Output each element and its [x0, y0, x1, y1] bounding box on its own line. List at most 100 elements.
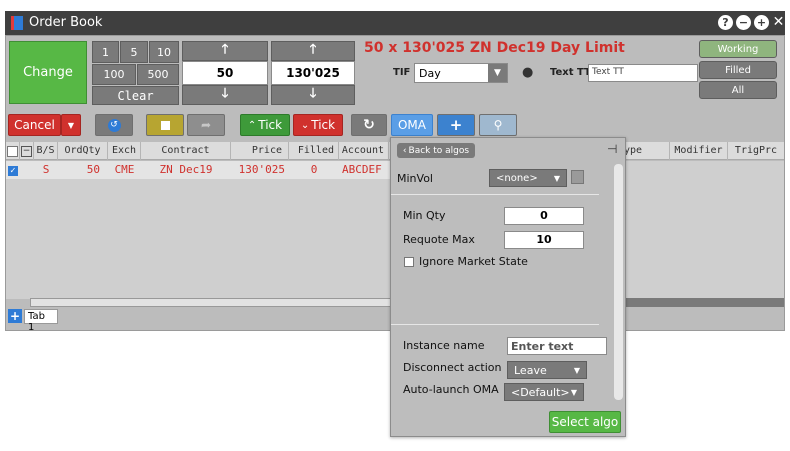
order-book-icon [11, 16, 23, 30]
column-header-type[interactable]: ype [620, 142, 670, 160]
price-down-icon[interactable]: 🡓 [271, 85, 355, 105]
scrollbar-thumb[interactable] [626, 298, 784, 307]
hold-button[interactable] [146, 114, 184, 136]
forward-icon[interactable]: ➦ [187, 114, 225, 136]
instance-name-label: Instance name [403, 339, 485, 352]
separator [391, 324, 599, 325]
column-header-trigprc[interactable]: TrigPrc [728, 142, 784, 160]
tick-down-button[interactable]: ⌄ Tick [293, 114, 343, 136]
column-header-filled[interactable]: Filled [289, 142, 339, 160]
title-bar: Order Book ? − + ✕ [5, 11, 785, 35]
row-contract: ZN Dec19 [159, 163, 213, 176]
qty-10-button[interactable]: 10 [149, 41, 179, 63]
price-up-icon[interactable]: 🡑 [271, 41, 355, 61]
add-tab-icon[interactable]: + [8, 309, 22, 323]
ignore-market-state-label: Ignore Market State [419, 255, 528, 268]
column-header-modifier[interactable]: Modifier [670, 142, 728, 160]
back-to-algos-button[interactable]: ‹ Back to algos [397, 143, 475, 158]
reload-orders-button[interactable]: ↺ [95, 114, 133, 136]
disconnect-dropdown-icon: ▼ [573, 365, 580, 375]
column-header-contract[interactable]: Contract [141, 142, 231, 160]
qty-5-button[interactable]: 5 [120, 41, 148, 63]
column-header-ordqty[interactable]: OrdQty [58, 142, 108, 160]
back-to-algos-label: Back to algos [408, 145, 470, 156]
chevron-down-icon: ⌄ [300, 119, 310, 131]
change-button[interactable]: Change [9, 41, 87, 104]
order-summary: 50 x 130'025 ZN Dec19 Day Limit [364, 40, 625, 56]
collapse-icon[interactable]: − [20, 142, 34, 160]
text-tt-label: Text TT [550, 67, 591, 78]
window-title: Order Book [29, 15, 103, 30]
qty-500-button[interactable]: 500 [137, 64, 179, 85]
vertical-scrollbar[interactable] [614, 164, 623, 400]
stop-icon [160, 120, 170, 130]
cancel-button[interactable]: Cancel [8, 114, 61, 136]
tab-1[interactable]: Tab 1 [24, 309, 58, 333]
instance-name-input[interactable]: Enter text [507, 337, 607, 355]
chevron-up-icon: ⌃ [247, 119, 257, 131]
auto-launch-oma-select[interactable]: <Default> ▼ [504, 383, 584, 401]
history-icon: ↺ [107, 118, 121, 132]
cancel-dropdown-icon[interactable]: ▼ [61, 114, 81, 136]
split-icon[interactable]: ⚲ [479, 114, 517, 136]
add-icon[interactable]: + [437, 114, 475, 136]
minvol-value: <none> [496, 172, 538, 184]
save-icon[interactable] [571, 170, 584, 184]
column-header-price[interactable]: Price [231, 142, 289, 160]
column-header-exch[interactable]: Exch [108, 142, 141, 160]
column-header-bs[interactable]: B/S [34, 142, 58, 160]
working-filter-button[interactable]: Working [699, 40, 777, 58]
select-all-checkbox[interactable] [6, 142, 20, 160]
select-algo-button[interactable]: Select algo [549, 411, 621, 433]
text-tt-input[interactable]: Text TT [588, 64, 698, 82]
qty-up-icon[interactable]: 🡑 [182, 41, 268, 61]
all-filter-button[interactable]: All [699, 81, 777, 99]
requote-max-label: Requote Max [403, 233, 475, 246]
disconnect-action-label: Disconnect action [403, 361, 502, 374]
tick-down-label: Tick [311, 118, 336, 132]
disconnect-action-value: Leave [514, 363, 547, 377]
tag-icon: ● [522, 65, 534, 80]
price-field[interactable]: 130'025 [271, 61, 355, 85]
minvol-dropdown-icon: ▼ [553, 173, 560, 183]
tif-label: TIF [393, 67, 411, 78]
auto-launch-dropdown-icon: ▼ [570, 387, 577, 397]
tick-up-label: Tick [258, 118, 283, 132]
tif-value: Day [419, 67, 441, 80]
algo-panel: ‹ Back to algos ⊣ MinVol <none> ▼ Min Qty… [390, 137, 626, 437]
pin-icon[interactable]: ⊣ [607, 142, 617, 156]
minvol-select[interactable]: <none> ▼ [489, 169, 567, 187]
close-icon[interactable]: ✕ [771, 15, 786, 30]
min-qty-label: Min Qty [403, 209, 446, 222]
refresh-icon[interactable]: ↻ [351, 114, 387, 136]
qty-100-button[interactable]: 100 [92, 64, 136, 85]
requote-max-input[interactable]: 10 [504, 231, 584, 249]
minvol-label: MinVol [397, 172, 433, 185]
auto-launch-oma-label: Auto-launch OMA [403, 383, 499, 396]
row-exch: CME [114, 163, 135, 176]
tick-up-button[interactable]: ⌃ Tick [240, 114, 290, 136]
minimize-icon[interactable]: − [736, 15, 751, 30]
row-ordqty: 50 [86, 163, 100, 176]
row-checkbox[interactable]: ✓ [6, 161, 20, 179]
ignore-market-state-checkbox[interactable] [404, 257, 414, 267]
tif-dropdown-icon[interactable]: ▼ [488, 64, 507, 82]
chevron-left-icon: ‹ [402, 145, 407, 156]
column-header-account[interactable]: Account [339, 142, 389, 160]
min-qty-input[interactable]: 0 [504, 207, 584, 225]
oma-button[interactable]: OMA [391, 114, 433, 136]
maximize-icon[interactable]: + [754, 15, 769, 30]
help-icon[interactable]: ? [718, 15, 733, 30]
clear-button[interactable]: Clear [92, 86, 179, 105]
table-row[interactable]: ✓ S 50 CME ZN Dec19 130'025 0 ABCDEF [6, 161, 390, 179]
qty-1-button[interactable]: 1 [92, 41, 119, 63]
disconnect-action-select[interactable]: Leave ▼ [507, 361, 587, 379]
row-bs: S [42, 163, 50, 176]
row-account: ABCDEF [342, 163, 382, 176]
separator [391, 194, 599, 195]
qty-field[interactable]: 50 [182, 61, 268, 85]
qty-down-icon[interactable]: 🡓 [182, 85, 268, 105]
auto-launch-oma-value: <Default> [511, 385, 570, 399]
row-price: 130'025 [238, 163, 285, 176]
filled-filter-button[interactable]: Filled [699, 61, 777, 79]
